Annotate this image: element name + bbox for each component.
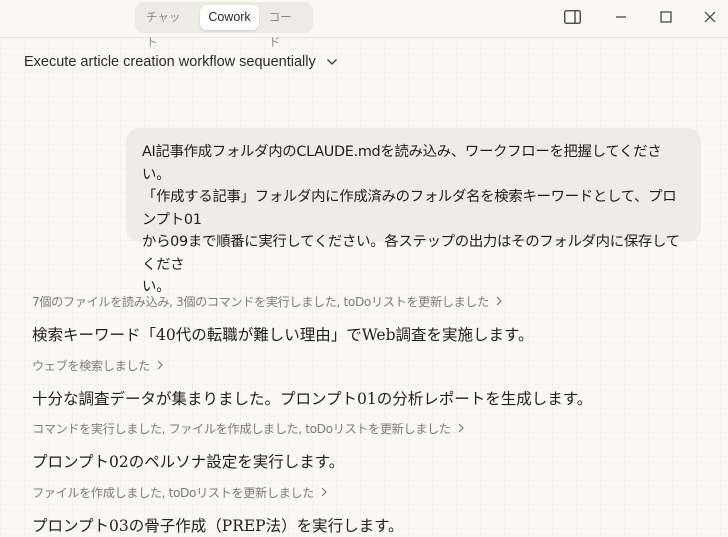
mode-tab-cowork[interactable]: Cowork — [200, 5, 259, 30]
user-message-line: 「作成する記事」フォルダ内に作成済みのフォルダ名を検索キーワードとして、プロンプ… — [142, 189, 677, 228]
user-message-line: AI記事作成フォルダ内のCLAUDE.mdを読み込み、ワークフローを把握してくだ… — [142, 144, 662, 183]
chevron-right-icon — [458, 423, 464, 433]
maximize-button[interactable] — [653, 6, 679, 28]
tool-steps-label: ウェブを検索しました — [32, 359, 150, 373]
tool-steps-summary[interactable]: ウェブを検索しました — [32, 356, 163, 374]
tool-steps-label: ファイルを作成しました, toDoリストを更新しました — [32, 486, 314, 500]
tool-steps-summary[interactable]: ファイルを作成しました, toDoリストを更新しました — [32, 483, 327, 501]
tool-steps-summary[interactable]: コマンドを実行しました, ファイルを作成しました, toDoリストを更新しました — [32, 419, 464, 437]
close-button[interactable] — [697, 6, 723, 28]
mode-tab-code[interactable]: コード — [261, 5, 310, 49]
sidebar-toggle-button[interactable] — [559, 6, 585, 28]
chevron-right-icon — [157, 360, 163, 370]
tool-steps-label: コマンドを実行しました, ファイルを作成しました, toDoリストを更新しました — [32, 422, 451, 436]
assistant-message: プロンプト02のペルソナ設定を実行します。 — [32, 453, 345, 471]
sidebar-toggle-icon — [563, 10, 581, 24]
tool-steps-label: 7個のファイルを読み込み, 3個のコマンドを実行しました, toDoリストを更新… — [32, 295, 489, 309]
conversation-title-button[interactable]: Execute article creation workflow sequen… — [24, 54, 338, 70]
mode-tab-chat[interactable]: チャット — [138, 5, 198, 49]
mode-switcher: チャット Cowork コード — [135, 2, 313, 49]
close-icon — [704, 11, 716, 23]
minimize-button[interactable] — [608, 6, 634, 28]
minimize-icon — [616, 16, 626, 18]
conversation-title: Execute article creation workflow sequen… — [24, 54, 316, 70]
tool-steps-summary[interactable]: 7個のファイルを読み込み, 3個のコマンドを実行しました, toDoリストを更新… — [32, 292, 502, 310]
user-message-line: から09まで順番に実行してください。各ステップの出力はそのフォルダ内に保存してく… — [142, 234, 680, 273]
chevron-right-icon — [321, 487, 327, 497]
chevron-down-icon — [326, 59, 337, 65]
chevron-right-icon — [496, 296, 502, 306]
user-message-bubble: AI記事作成フォルダ内のCLAUDE.mdを読み込み、ワークフローを把握してくだ… — [126, 128, 701, 295]
title-bar: チャット Cowork コード — [0, 0, 728, 49]
assistant-message: プロンプト03の骨子作成（PREP法）を実行します。 — [32, 517, 404, 535]
maximize-icon — [660, 11, 672, 23]
assistant-message: 十分な調査データが集まりました。プロンプト01の分析レポートを生成します。 — [32, 390, 593, 408]
assistant-message: 検索キーワード「40代の転職が難しい理由」でWeb調査を実施します。 — [32, 326, 534, 344]
